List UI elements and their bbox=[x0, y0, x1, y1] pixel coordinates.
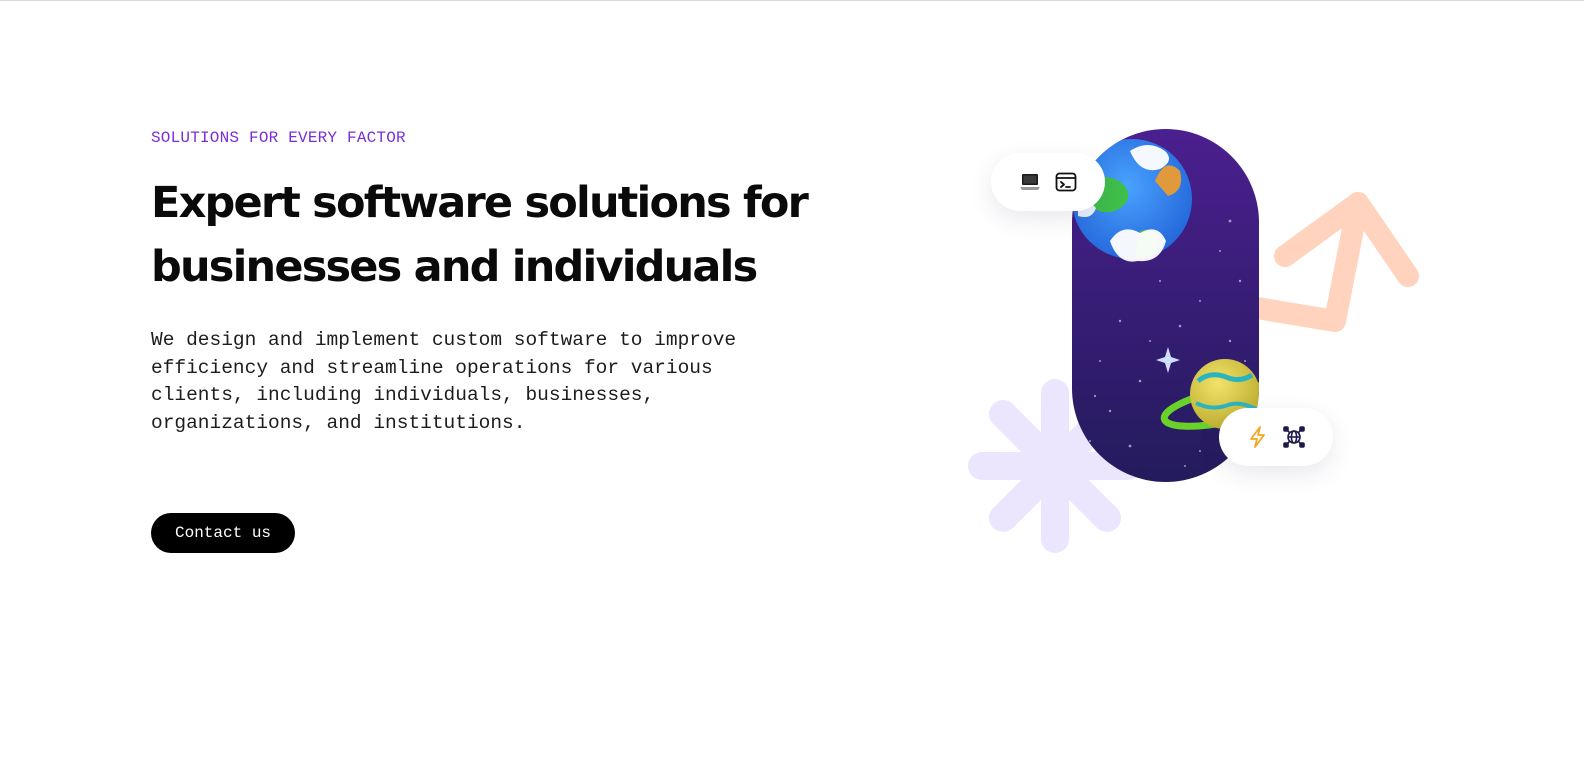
tech-card-bottom bbox=[1219, 408, 1333, 466]
tech-card-top bbox=[991, 153, 1105, 211]
arrow-shape bbox=[1234, 192, 1419, 332]
hero-illustration bbox=[940, 111, 1460, 581]
hero-description: We design and implement custom software … bbox=[151, 329, 737, 434]
contact-us-button[interactable]: Contact us bbox=[151, 513, 296, 553]
eyebrow-label: SOLUTIONS FOR EVERY FACTOR bbox=[151, 129, 406, 147]
hero-text: SOLUTIONS FOR EVERY FACTOR Expert softwa… bbox=[151, 129, 811, 437]
terminal-icon bbox=[1054, 170, 1078, 194]
laptop-icon bbox=[1018, 170, 1042, 194]
page-title: Expert software solutions for businesses… bbox=[151, 178, 809, 292]
lightning-icon bbox=[1246, 425, 1270, 449]
network-globe-icon bbox=[1282, 425, 1306, 449]
